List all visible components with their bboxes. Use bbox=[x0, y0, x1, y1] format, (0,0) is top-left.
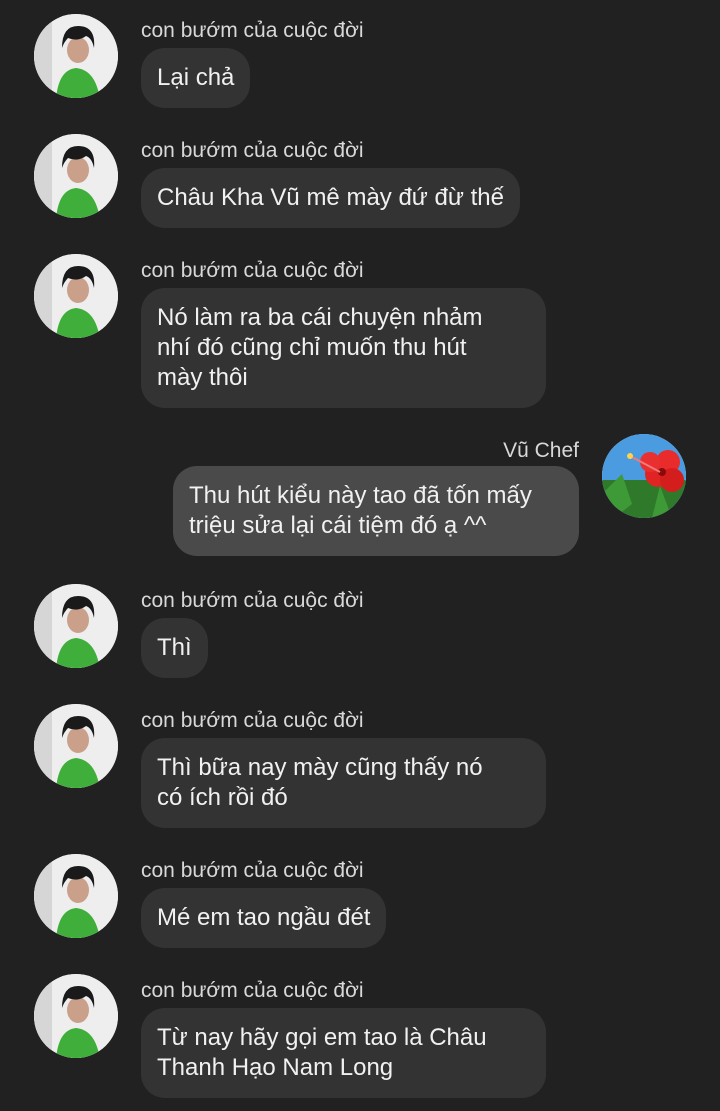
message-line: triệu sửa lại cái tiệm đó ạ ^^ bbox=[189, 512, 487, 539]
person-avatar-icon bbox=[34, 14, 118, 98]
self-avatar[interactable] bbox=[602, 434, 686, 518]
message-line: Mé em tao ngầu đét bbox=[157, 904, 371, 931]
message-bubble[interactable]: Thì bữa nay mày cũng thấy nó có ích rồi … bbox=[141, 738, 546, 828]
message-bubble[interactable]: Thì bbox=[141, 618, 208, 678]
sender-avatar[interactable] bbox=[34, 854, 118, 938]
sender-name: con bướm của cuộc đời bbox=[141, 139, 364, 162]
person-avatar-icon bbox=[34, 704, 118, 788]
sender-avatar[interactable] bbox=[34, 134, 118, 218]
person-avatar-icon bbox=[34, 854, 118, 938]
message-line: có ích rồi đó bbox=[157, 784, 288, 811]
sender-name: con bướm của cuộc đời bbox=[141, 979, 364, 1002]
message-bubble[interactable]: Lại chả bbox=[141, 48, 251, 108]
sender-avatar[interactable] bbox=[34, 14, 118, 98]
message-bubble-self[interactable]: Thu hút kiểu này tao đã tốn mấy triệu sử… bbox=[173, 466, 579, 556]
message-line: mày thôi bbox=[157, 364, 248, 391]
hibiscus-flower-avatar-icon bbox=[602, 434, 686, 518]
person-avatar-icon bbox=[34, 584, 118, 668]
sender-avatar[interactable] bbox=[34, 974, 118, 1058]
message-line: Thì bbox=[157, 634, 192, 661]
sender-avatar[interactable] bbox=[34, 704, 118, 788]
message-bubble[interactable]: Mé em tao ngầu đét bbox=[141, 888, 387, 948]
sender-avatar[interactable] bbox=[34, 584, 118, 668]
message-line: Thì bữa nay mày cũng thấy nó bbox=[157, 754, 483, 781]
person-avatar-icon bbox=[34, 254, 118, 338]
message-line: Lại chả bbox=[157, 64, 235, 91]
sender-name: con bướm của cuộc đời bbox=[141, 709, 364, 732]
person-avatar-icon bbox=[34, 974, 118, 1058]
person-avatar-icon bbox=[34, 134, 118, 218]
sender-name: con bướm của cuộc đời bbox=[141, 259, 364, 282]
sender-avatar[interactable] bbox=[34, 254, 118, 338]
sender-name: con bướm của cuộc đời bbox=[141, 859, 364, 882]
message-line: nhí đó cũng chỉ muốn thu hút bbox=[157, 334, 467, 361]
sender-name: con bướm của cuộc đời bbox=[141, 19, 364, 42]
message-line: Từ nay hãy gọi em tao là Châu bbox=[157, 1024, 487, 1051]
sender-name: con bướm của cuộc đời bbox=[141, 589, 364, 612]
message-line: Nó làm ra ba cái chuyện nhảm bbox=[157, 304, 483, 331]
message-line: Thu hút kiểu này tao đã tốn mấy bbox=[189, 482, 532, 509]
sender-name: Vũ Chef bbox=[503, 439, 579, 462]
message-bubble[interactable]: Từ nay hãy gọi em tao là Châu Thanh Hạo … bbox=[141, 1008, 546, 1098]
message-bubble[interactable]: Nó làm ra ba cái chuyện nhảm nhí đó cũng… bbox=[141, 288, 546, 408]
message-line: Châu Kha Vũ mê mày đứ đừ thế bbox=[157, 184, 504, 211]
message-bubble[interactable]: Châu Kha Vũ mê mày đứ đừ thế bbox=[141, 168, 520, 228]
message-line: Thanh Hạo Nam Long bbox=[157, 1054, 394, 1081]
